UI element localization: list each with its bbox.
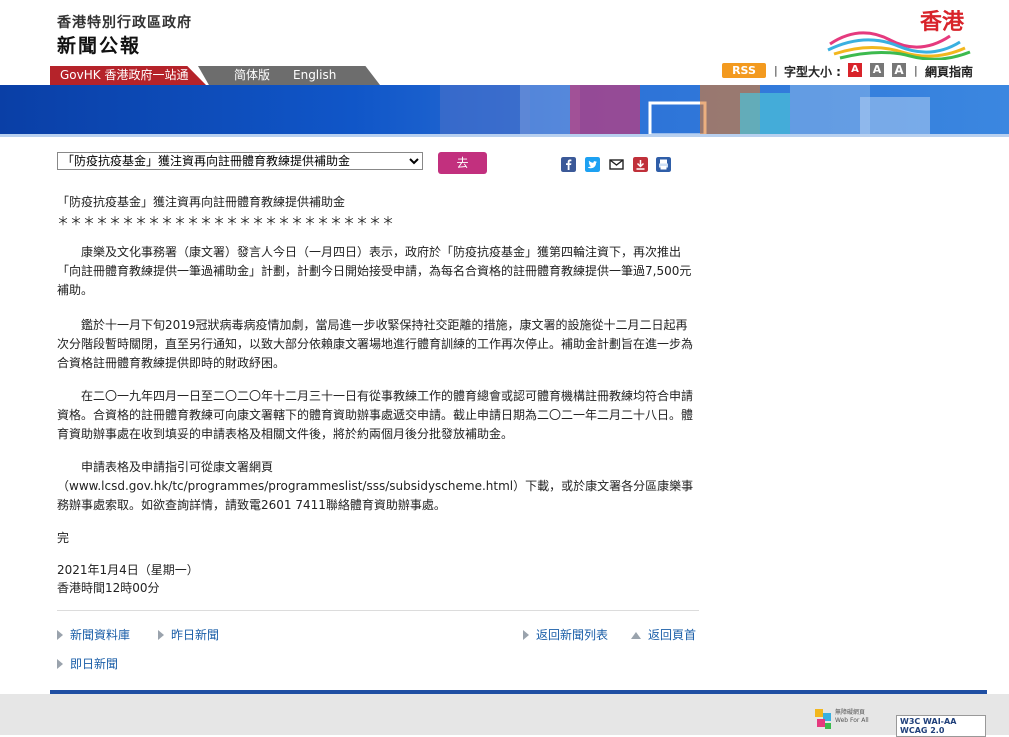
today-news-link[interactable]: 即日新聞 [57,655,118,672]
article-paragraph: 在二〇一九年四月一日至二〇二〇年十二月三十一日有從事教練工作的體育總會或認可體育… [57,389,694,441]
press-release-title[interactable]: 新聞公報 [57,31,141,58]
news-archive-link[interactable]: 新聞資料庫 [57,626,130,643]
article-end-mark: 完 [57,531,70,545]
font-size-medium-button[interactable]: A [870,63,884,77]
facebook-icon[interactable] [561,157,576,172]
twitter-icon[interactable] [585,157,600,172]
content-divider [57,610,699,611]
font-size-label: 字型大小 : [784,65,841,79]
download-icon[interactable] [633,157,648,172]
arrow-up-icon [631,632,641,639]
toolbar-separator: | [914,64,918,77]
article-time: 香港時間12時00分 [57,581,160,595]
toolbar-separator: | [774,64,778,77]
news-archive-label: 新聞資料庫 [70,628,131,642]
go-button[interactable]: 去 [438,152,487,174]
article-title-underline: ＊＊＊＊＊＊＊＊＊＊＊＊＊＊＊＊＊＊＊＊＊＊＊＊＊＊ [57,214,396,228]
back-to-list-label: 返回新聞列表 [536,628,609,642]
print-icon[interactable] [656,157,671,172]
hong-kong-logo-text: 香港 [920,10,965,35]
header-banner [0,85,1009,135]
back-to-top-link[interactable]: 返回頁首 [631,626,696,643]
english-link[interactable]: English [293,66,336,85]
email-icon[interactable] [609,157,624,172]
language-bar [198,66,380,85]
back-to-list-link[interactable]: 返回新聞列表 [523,626,608,643]
web-for-all-label: 無障礙網頁 Web For All [835,709,869,724]
gov-name: 香港特別行政區政府 [57,15,192,31]
wcag-label: W3C WAI-AA WCAG 2.0 [900,717,957,735]
article-date: 2021年1月4日（星期一） [57,563,199,577]
article-paragraph: 鑑於十一月下旬2019冠狀病毒病疫情加劇，當局進一步收緊保持社交距離的措施，康文… [57,318,694,370]
font-size-small-button[interactable]: A [848,63,862,77]
article-title: 「防疫抗疫基金」獲注資再向註冊體育教練提供補助金 [57,195,346,209]
govhk-link[interactable]: GovHK 香港政府一站通 [50,66,206,85]
today-news-label: 即日新聞 [70,657,119,671]
arrow-right-icon [523,630,529,640]
sitemap-link[interactable]: 網頁指南 [925,63,973,80]
news-select-dropdown[interactable]: 「防疫抗疫基金」獲注資再向註冊體育教練提供補助金 [57,152,423,170]
back-to-top-label: 返回頁首 [648,628,697,642]
arrow-right-icon [57,659,63,669]
arrow-right-icon [57,630,63,640]
banner-divider [0,134,1009,137]
font-size-large-button[interactable]: A [892,63,906,77]
yesterday-news-label: 昨日新聞 [171,628,220,642]
wcag-badge[interactable]: W3C WAI-AA WCAG 2.0 [896,715,986,737]
site-header: 香港特別行政區政府 新聞公報 香港 [0,0,1009,66]
arrow-right-icon [158,630,164,640]
banner-graphic [440,85,930,135]
web-for-all-badge[interactable]: 無障礙網頁 Web For All [813,707,877,733]
article-paragraph: 康樂及文化事務署（康文署）發言人今日（一月四日）表示，政府於「防疫抗疫基金」獲第… [57,245,692,297]
yesterday-news-link[interactable]: 昨日新聞 [158,626,219,643]
simplified-chinese-link[interactable]: 简体版 [234,66,270,85]
article-paragraph: 申請表格及申請指引可從康文署網頁（www.lcsd.gov.hk/tc/prog… [57,460,694,512]
rss-button[interactable]: RSS [722,63,766,78]
